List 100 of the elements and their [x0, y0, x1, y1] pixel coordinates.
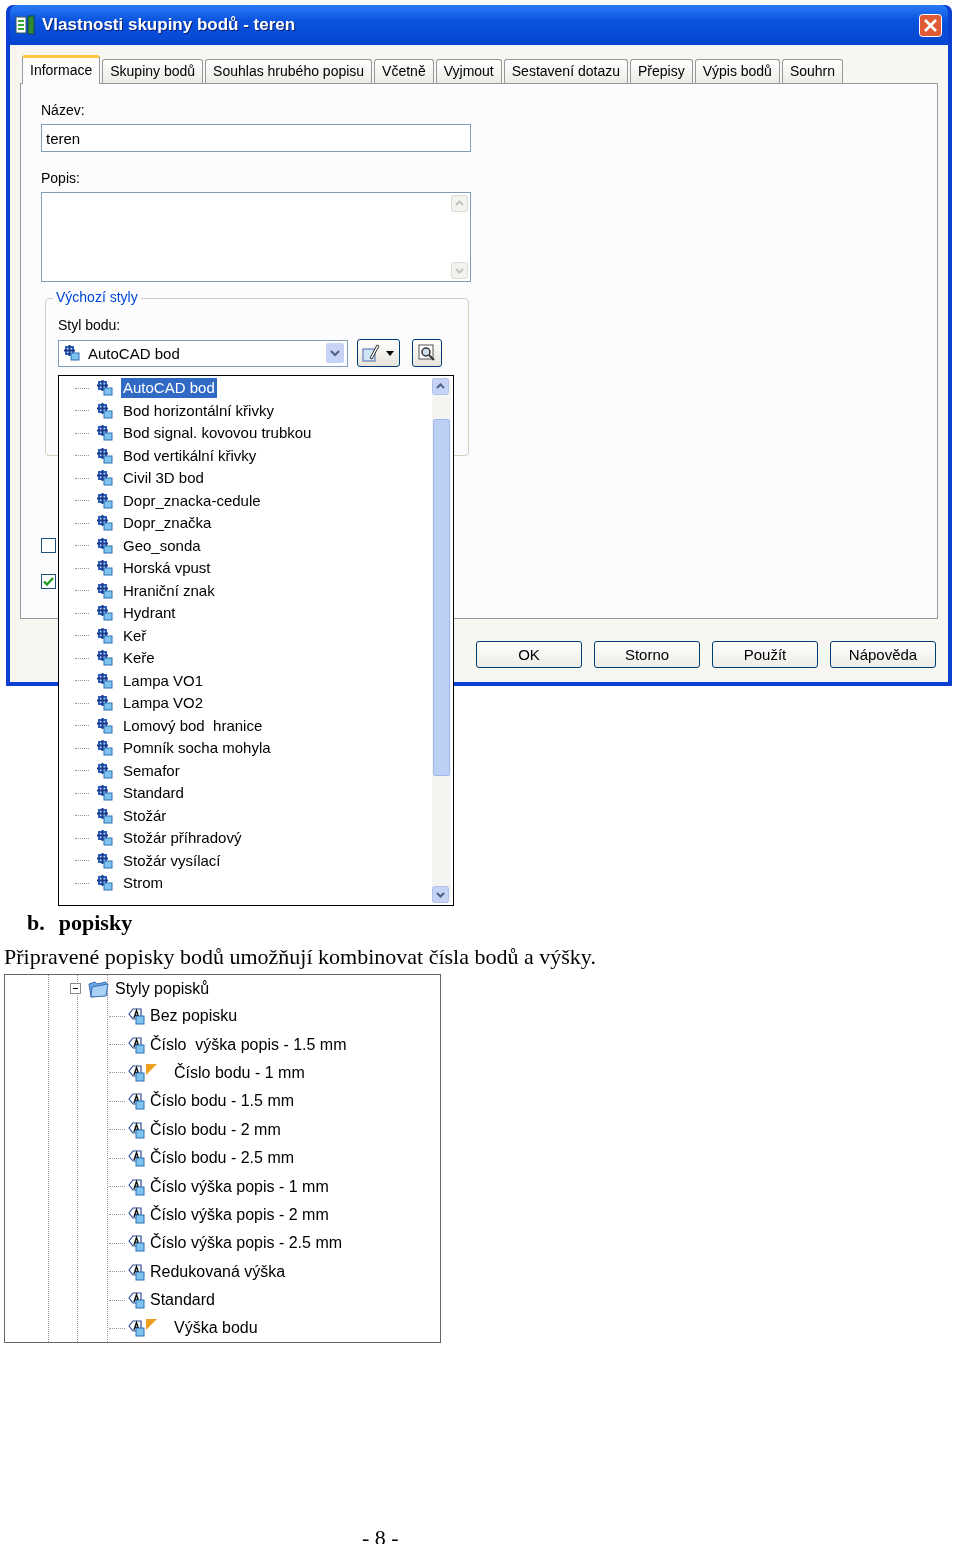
tree-item[interactable]: Styly popisků	[115, 979, 210, 998]
list-item[interactable]: Geo_sonda	[121, 535, 203, 556]
point-style-icon	[97, 875, 113, 892]
point-style-icon	[97, 762, 113, 779]
collapse-icon[interactable]	[70, 983, 81, 994]
list-item[interactable]: Stožár vysílací	[121, 850, 223, 871]
tab[interactable]: Vyjmout	[435, 59, 502, 83]
tree-item[interactable]: Číslo výška popis - 2.5 mm	[150, 1234, 343, 1253]
tree-item[interactable]: Číslo bodu - 2 mm	[150, 1120, 281, 1139]
close-icon[interactable]	[919, 13, 942, 37]
style-dropdown[interactable]: AutoCAD bod	[58, 339, 348, 367]
label-style-icon	[128, 1234, 145, 1253]
point-style-icon	[97, 515, 113, 532]
label-style-icon	[128, 1291, 145, 1310]
tab[interactable]: Výpis bodů	[694, 59, 780, 83]
tree-item[interactable]: Číslo výška popis - 1.5 mm	[150, 1035, 347, 1054]
dialog-button[interactable]: OK	[476, 641, 582, 668]
checkbox[interactable]	[41, 538, 56, 553]
field-label: Styl bodu:	[58, 317, 122, 335]
caret-icon	[386, 350, 394, 356]
list-item[interactable]: Dopr_znacka-cedule	[121, 490, 263, 511]
tab[interactable]: Sestavení dotazu	[503, 59, 628, 83]
point-style-icon	[97, 695, 113, 712]
list-item[interactable]: Bod horizontální křivky	[121, 400, 276, 421]
point-style-icon	[97, 492, 113, 509]
point-style-icon	[97, 537, 113, 554]
tab[interactable]: Včetně	[374, 59, 434, 83]
checkbox[interactable]	[41, 574, 56, 589]
list-item[interactable]: Standard	[121, 783, 186, 804]
tree-item[interactable]: Číslo výška popis - 2 mm	[150, 1205, 329, 1224]
list-item[interactable]: Strom	[121, 873, 165, 894]
point-style-icon	[97, 852, 113, 869]
label-style-icon	[128, 1177, 145, 1196]
name-field[interactable]: teren	[41, 124, 471, 152]
list-item[interactable]: Civil 3D bod	[121, 468, 206, 489]
point-style-icon	[97, 807, 113, 824]
point-style-icon	[64, 345, 80, 361]
scroll-thumb[interactable]	[433, 419, 450, 776]
scrollbar[interactable]	[432, 378, 451, 903]
label-style-icon	[128, 1007, 145, 1026]
label-style-icon	[128, 1120, 145, 1139]
list-item[interactable]: Bod vertikální křivky	[121, 445, 259, 466]
point-style-icon	[97, 672, 113, 689]
magnifier-icon	[418, 344, 436, 362]
preview-button[interactable]	[412, 339, 442, 367]
heading-number: b.	[27, 910, 45, 936]
tab[interactable]: Skupiny bodů	[102, 59, 204, 83]
paragraph: Připravené popisky bodů umožňují kombinovat čísla bodů a výšky.	[4, 944, 597, 970]
tree-item[interactable]: Výška bodu	[174, 1319, 258, 1338]
scroll-up-icon[interactable]	[432, 378, 449, 395]
list-item[interactable]: Dopr_značka	[121, 513, 214, 534]
label-style-icon	[128, 1319, 145, 1338]
list-item[interactable]: AutoCAD bod	[121, 378, 217, 399]
tab[interactable]: Souhrn	[781, 59, 844, 83]
folder-icon	[87, 978, 109, 999]
list-item[interactable]: Pomník socha mohyla	[121, 738, 273, 759]
tree-item[interactable]: Číslo bodu - 1 mm	[174, 1063, 305, 1082]
point-style-icon	[97, 425, 113, 442]
point-style-icon	[97, 560, 113, 577]
list-item[interactable]: Lampa VO1	[121, 670, 206, 691]
point-style-icon	[97, 830, 113, 847]
label-style-icon	[128, 1092, 145, 1111]
label-style-icon	[128, 1149, 145, 1168]
dialog-button[interactable]: Nápověda	[830, 641, 936, 668]
dialog-button[interactable]: Použít	[712, 641, 818, 668]
list-item[interactable]: Keř	[121, 625, 149, 646]
field-label: Název:	[41, 102, 86, 120]
point-style-icon	[97, 627, 113, 644]
pencil-icon	[361, 343, 381, 363]
list-item[interactable]: Hydrant	[121, 603, 178, 624]
tree-item[interactable]: Číslo bodu - 1.5 mm	[150, 1092, 295, 1111]
list-item[interactable]: Stožár	[121, 805, 169, 826]
list-item[interactable]: Keře	[121, 648, 157, 669]
list-item[interactable]: Stožár příhradový	[121, 828, 244, 849]
label-style-icon	[128, 1205, 145, 1224]
tree-item[interactable]: Číslo výška popis - 1 mm	[150, 1177, 329, 1196]
tree-item[interactable]: Bez popisku	[150, 1007, 238, 1026]
point-style-icon	[97, 447, 113, 464]
list-item[interactable]: Horská vpust	[121, 558, 213, 579]
list-item[interactable]: Semafor	[121, 760, 182, 781]
list-item[interactable]: Bod signal. kovovou trubkou	[121, 423, 314, 444]
point-style-icon	[97, 717, 113, 734]
point-style-icon	[97, 605, 113, 622]
tab[interactable]: Přepisy	[629, 59, 693, 83]
point-style-icon	[97, 470, 113, 487]
label-style-icon	[128, 1063, 145, 1082]
tab[interactable]: Informace	[22, 55, 101, 84]
tree-item[interactable]: Redukovaná výška	[150, 1262, 286, 1281]
scroll-down-icon[interactable]	[432, 886, 449, 903]
edit-style-button[interactable]	[357, 339, 400, 367]
tree-item[interactable]: Standard	[150, 1291, 215, 1310]
list-item[interactable]: Lampa VO2	[121, 693, 206, 714]
list-item[interactable]: Hraniční znak	[121, 580, 217, 601]
window-title: Vlastnosti skupiny bodů - teren	[42, 15, 297, 35]
dialog-button[interactable]: Storno	[594, 641, 700, 668]
point-style-icon	[97, 380, 113, 397]
tree-item[interactable]: Číslo bodu - 2.5 mm	[150, 1149, 295, 1168]
tab[interactable]: Souhlas hrubého popisu	[205, 59, 373, 83]
list-item[interactable]: Lomový bod hranice	[121, 715, 265, 736]
label-style-icon	[128, 1262, 145, 1281]
